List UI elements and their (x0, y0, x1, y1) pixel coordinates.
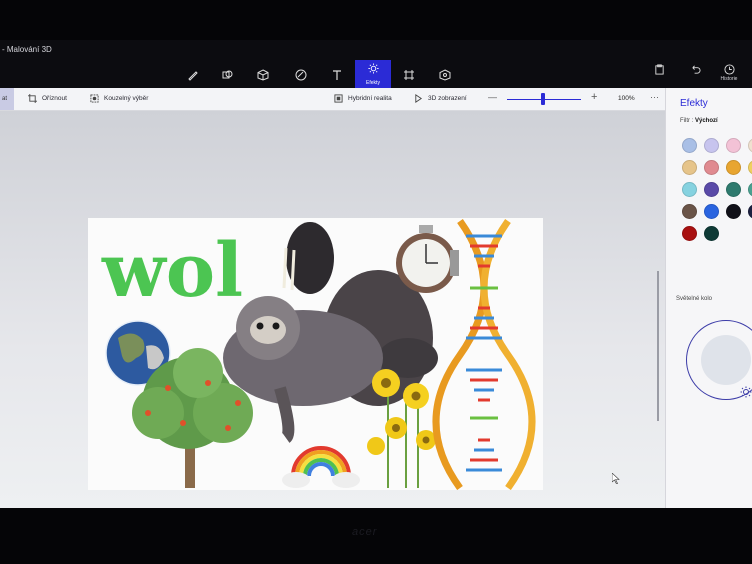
filter-swatch[interactable] (748, 204, 752, 219)
command-bar: at Oříznout Kouzelný výběr Hybridní real… (0, 88, 665, 111)
mixed-reality-icon (334, 94, 343, 103)
filter-swatch[interactable] (704, 204, 719, 219)
3d-library-tool[interactable] (434, 64, 456, 86)
2d-shapes-tool[interactable] (216, 64, 238, 86)
filter-swatch[interactable] (682, 160, 697, 175)
mixed-reality-button[interactable]: Hybridní realita (334, 94, 392, 103)
green-letters: wol (101, 228, 243, 314)
filter-value[interactable]: Výchozí (695, 118, 718, 124)
filter-swatch[interactable] (726, 160, 741, 175)
filter-swatch[interactable] (748, 138, 752, 153)
rainbow (282, 446, 360, 488)
text-tool[interactable] (326, 64, 348, 86)
more-options-button[interactable]: ··· (650, 92, 659, 102)
shapes-2d-icon (222, 70, 233, 79)
crop-icon (28, 94, 37, 103)
magic-select-label: Kouzelný výběr (104, 95, 149, 102)
title-bar: - Malování 3D Efekty Historie (0, 40, 752, 88)
filter-swatch[interactable] (748, 160, 752, 175)
magic-select-button[interactable]: Kouzelný výběr (90, 94, 148, 103)
light-sun-icon[interactable] (740, 386, 752, 398)
filter-swatch[interactable] (726, 182, 741, 197)
filter-swatch[interactable] (682, 204, 697, 219)
filter-swatch[interactable] (704, 226, 719, 241)
crop-label: Oříznout (42, 95, 67, 102)
device-brand-logo: acer (352, 526, 378, 538)
effects-tool[interactable]: Efekty (355, 60, 391, 88)
view-3d-label: 3D zobrazení (428, 95, 467, 102)
magic-select-icon (90, 94, 99, 103)
effects-panel: Efekty Filtr : Výchozí Světelné kolo (665, 88, 752, 508)
paste-button[interactable] (646, 64, 672, 86)
stopwatch (396, 225, 459, 293)
filter-swatch[interactable] (726, 204, 741, 219)
filter-swatch[interactable] (682, 138, 697, 153)
light-wheel-center (701, 335, 751, 385)
workspace: wol (0, 111, 665, 508)
app-title: - Malování 3D (2, 45, 52, 54)
filter-prefix: Filtr : (680, 118, 695, 124)
filter-swatch[interactable] (682, 226, 697, 241)
text-icon (333, 70, 341, 80)
stickers-tool[interactable] (290, 64, 312, 86)
zoom-out-button[interactable]: — (488, 92, 497, 102)
filter-swatch[interactable] (748, 182, 752, 197)
undo-button[interactable] (682, 64, 708, 86)
view-3d-button[interactable]: 3D zobrazení (414, 94, 467, 103)
zoom-value: 100% (618, 95, 635, 102)
canvas-grid-icon (404, 70, 414, 80)
view-3d-icon (415, 94, 423, 103)
filter-swatch[interactable] (726, 138, 741, 153)
filter-swatch[interactable] (704, 138, 719, 153)
crop-button[interactable]: Oříznout (28, 94, 67, 103)
filter-swatch[interactable] (704, 182, 719, 197)
3d-shapes-tool[interactable] (252, 64, 274, 86)
library-3d-icon (439, 69, 451, 81)
zoom-in-button[interactable]: + (591, 91, 597, 103)
clipboard-icon (654, 64, 664, 75)
effects-tool-label: Efekty (366, 80, 380, 86)
filter-swatch[interactable] (704, 160, 719, 175)
brush-icon (188, 71, 198, 81)
sun-effects-icon (367, 63, 379, 74)
sticker-icon (295, 69, 307, 81)
canvas-artwork: wol (101, 218, 536, 490)
history-icon (723, 64, 735, 75)
workspace-scrollbar[interactable] (657, 271, 659, 421)
screen: - Malování 3D Efekty Historie at Oříznou… (0, 40, 752, 508)
brushes-tool[interactable] (182, 64, 204, 86)
history-label: Historie (720, 76, 738, 82)
canvas-tool[interactable] (398, 64, 420, 86)
drawing-canvas[interactable]: wol (88, 218, 543, 490)
mixed-reality-label: Hybridní realita (348, 95, 392, 102)
history-button[interactable]: Historie (716, 64, 742, 86)
panel-title: Efekty (680, 98, 708, 109)
filter-swatch[interactable] (682, 182, 697, 197)
select-command-active[interactable]: at (0, 88, 14, 110)
light-wheel-label: Světelné kolo (676, 296, 713, 302)
mouse-cursor-icon (612, 473, 620, 484)
filter-label: Filtr : Výchozí (680, 118, 718, 124)
cube-icon (257, 69, 269, 81)
zoom-slider-thumb[interactable] (541, 93, 545, 105)
undo-icon (691, 65, 700, 74)
